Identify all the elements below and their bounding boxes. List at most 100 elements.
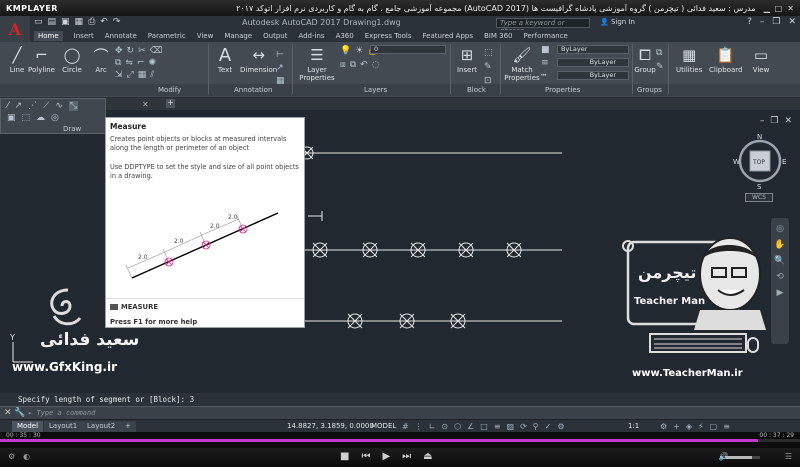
rotate-icon[interactable]: ↻ (127, 46, 135, 56)
autocad-app-menu-button[interactable]: A (0, 16, 30, 42)
donut-icon[interactable]: ◎ (51, 113, 59, 123)
lineweight-dropdown[interactable]: ByLayer (557, 58, 629, 67)
snap-icon[interactable]: ⋮ (415, 421, 423, 432)
eject-icon[interactable]: ⏏ (423, 451, 432, 462)
restore-icon[interactable]: ❐ (770, 116, 778, 126)
layer-dropdown[interactable]: 0 (370, 45, 446, 54)
stop-icon[interactable]: ■ (340, 451, 349, 462)
ribbon-tab-insert[interactable]: Insert (74, 32, 94, 40)
erase-icon[interactable]: ⌫ (150, 46, 163, 56)
match-properties-button[interactable]: 🖌 Match Properties (504, 44, 540, 82)
model-space-button[interactable]: MODEL (371, 421, 396, 432)
edit-block-icon[interactable]: ✎ (484, 62, 493, 72)
seek-progress[interactable] (0, 439, 758, 442)
ribbon-tab-a360[interactable]: A360 (336, 32, 354, 40)
offset-icon[interactable]: ⫽ (150, 70, 154, 80)
lineweight-toggle-icon[interactable]: ≡ (494, 421, 501, 432)
annotation-visibility-icon[interactable]: ⚲ (533, 421, 539, 432)
clipboard-button[interactable]: 📋 Clipboard (709, 44, 742, 74)
ribbon-tab-annotate[interactable]: Annotate (105, 32, 137, 40)
ray-icon[interactable]: ↗ (15, 101, 23, 111)
minimize-icon[interactable]: – (760, 17, 765, 27)
redo-icon[interactable]: ↷ (113, 17, 121, 27)
autoscale-icon[interactable]: ✓ (545, 421, 552, 432)
properties-panel-label[interactable]: Properties (545, 86, 580, 94)
create-block-icon[interactable]: ⬚ (484, 48, 493, 58)
orbit-icon[interactable]: ⟲ (776, 272, 784, 282)
polar-icon[interactable]: ⊙ (441, 421, 448, 432)
ribbon-tab-home[interactable]: Home (34, 31, 63, 41)
layer-off-icon[interactable]: ◌ (372, 60, 380, 70)
hardware-accel-icon[interactable]: ⚡ (698, 421, 704, 432)
ungroup-icon[interactable]: ⧉ (656, 48, 664, 58)
close-icon[interactable]: ✕ (788, 17, 796, 27)
playlist-icon[interactable]: ☰ (785, 452, 792, 461)
saveas-icon[interactable]: ▦ (75, 17, 84, 27)
stretch-icon[interactable]: ⇲ (115, 70, 123, 80)
new-icon[interactable]: ▭ (34, 17, 43, 27)
ortho-icon[interactable]: ∟ (429, 421, 436, 432)
close-icon[interactable]: ✕ (142, 100, 149, 109)
scale-icon[interactable]: ⤢ (127, 70, 134, 80)
region-icon[interactable]: ▣ (7, 113, 16, 123)
undo-icon[interactable]: ↶ (100, 17, 108, 27)
insert-button[interactable]: ⊞ Insert (456, 44, 478, 74)
settings-icon[interactable]: ⚙ (8, 452, 15, 461)
table-icon[interactable]: ▦ (276, 76, 285, 86)
layout-tab-model[interactable]: Model (12, 421, 44, 432)
ribbon-tab-express-tools[interactable]: Express Tools (365, 32, 412, 40)
arc-button[interactable]: ⌒ Arc (90, 44, 112, 75)
ribbon-tab-performance[interactable]: Performance (523, 32, 567, 40)
viewcube[interactable]: TOP N S E W (733, 133, 789, 191)
ribbon-tab-parametric[interactable]: Parametric (148, 32, 186, 40)
plus-icon[interactable]: + (673, 421, 680, 432)
groups-panel-label[interactable]: Groups (637, 86, 662, 94)
osnap-tracking-icon[interactable]: ∠ (467, 421, 474, 432)
isodraft-icon[interactable]: ⬡ (454, 421, 461, 432)
selection-cycling-icon[interactable]: ⟳ (520, 421, 527, 432)
linear-dim-icon[interactable]: ⊢ (276, 50, 285, 60)
layer-match-icon[interactable]: ⧉ (350, 60, 356, 70)
pan-icon[interactable]: ✋ (774, 240, 785, 250)
circle-button[interactable]: ◯ Circle (61, 44, 83, 74)
play-icon[interactable]: ▶ (382, 451, 390, 462)
layer-on-icon[interactable]: 💡 (340, 46, 351, 56)
volume-icon[interactable]: 🔊 (719, 452, 729, 461)
add-layout-button[interactable]: + (120, 421, 136, 432)
showmotion-icon[interactable]: ▶ (777, 288, 784, 298)
close-icon[interactable]: ✕ (784, 116, 792, 126)
group-button[interactable]: ⧠ Group (634, 44, 656, 74)
measure-icon[interactable]: ⤡ (68, 101, 79, 111)
save-icon[interactable]: ▣ (61, 17, 70, 27)
transparency-icon[interactable]: ▨ (507, 421, 515, 432)
command-input[interactable]: ▸ Type a command (28, 409, 788, 418)
3d-icon[interactable]: ◐ (23, 452, 30, 461)
revcloud-icon[interactable]: ☁ (36, 113, 45, 123)
polyline-button[interactable]: ⌐ Polyline (28, 44, 55, 74)
color-dropdown[interactable]: ByLayer (557, 45, 629, 54)
text-button[interactable]: A Text (214, 44, 236, 75)
trim-icon[interactable]: ✂ (138, 46, 146, 56)
array-icon[interactable]: ▦ (138, 70, 147, 80)
zoom-icon[interactable]: 🔍 (774, 256, 785, 266)
ribbon-tab-bim-360[interactable]: BIM 360 (484, 32, 513, 40)
ribbon-tab-view[interactable]: View (197, 32, 214, 40)
annotation-panel-label[interactable]: Annotation (234, 86, 272, 94)
group-edit-icon[interactable]: ✎ (656, 62, 664, 72)
ribbon-tab-output[interactable]: Output (263, 32, 287, 40)
mirror-icon[interactable]: ⇋ (125, 58, 133, 68)
attribute-icon[interactable]: ⊡ (484, 76, 493, 86)
plot-icon[interactable]: ⎙ (88, 17, 95, 27)
customize-icon[interactable]: ✕ 🔧 (4, 408, 26, 418)
help-icon[interactable]: ? (747, 17, 752, 27)
coordinates-readout[interactable]: 14.8827, 3.1859, 0.0000 (287, 421, 374, 432)
layout-tab-layout2[interactable]: Layout2 (82, 421, 121, 432)
explode-icon[interactable]: ✺ (149, 58, 157, 68)
customization-icon[interactable]: ≡ (723, 421, 730, 432)
layers-panel-label[interactable]: Layers (364, 86, 387, 94)
layer-iso-icon[interactable]: ⧈ (340, 60, 346, 70)
osnap-icon[interactable]: □ (480, 421, 488, 432)
modify-panel-label[interactable]: Modify (158, 86, 181, 94)
fillet-icon[interactable]: ⌐ (137, 58, 145, 68)
layer-prev-icon[interactable]: ↶ (360, 60, 368, 70)
